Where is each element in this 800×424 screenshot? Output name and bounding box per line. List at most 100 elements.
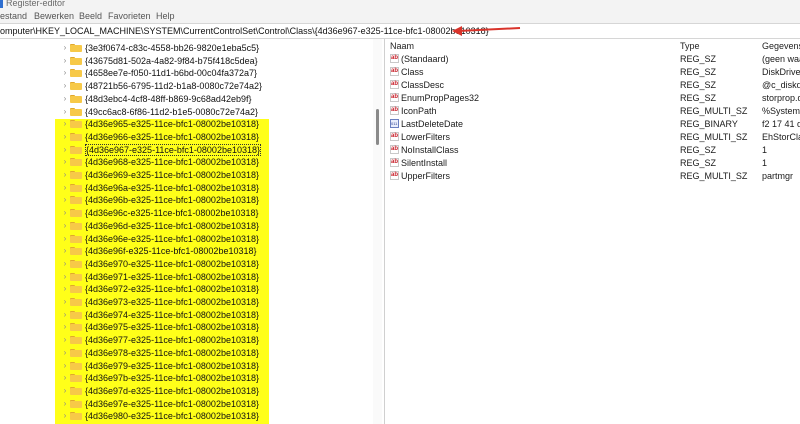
folder-icon <box>70 171 82 179</box>
tree-item[interactable]: › {4d36e966-e325-11ce-bfc1-08002be10318} <box>0 131 372 143</box>
chevron-right-icon[interactable]: › <box>62 310 68 320</box>
tree-item[interactable]: › {4d36e965-e325-11ce-bfc1-08002be10318} <box>0 118 372 130</box>
chevron-right-icon[interactable]: › <box>62 145 68 155</box>
tree-item[interactable]: › {4d36e972-e325-11ce-bfc1-08002be10318} <box>0 283 372 295</box>
chevron-right-icon[interactable]: › <box>62 373 68 383</box>
menu-file[interactable]: estand <box>0 11 27 21</box>
tree-item[interactable]: › {4d36e978-e325-11ce-bfc1-08002be10318} <box>0 347 372 359</box>
chevron-right-icon[interactable]: › <box>62 132 68 142</box>
value-row[interactable]: LowerFilters REG_MULTI_SZ EhStorClas <box>386 130 800 143</box>
value-row[interactable]: IconPath REG_MULTI_SZ %SystemR <box>386 104 800 117</box>
chevron-right-icon[interactable]: › <box>62 246 68 256</box>
chevron-right-icon[interactable]: › <box>62 119 68 129</box>
value-data: %SystemR <box>762 106 800 116</box>
tree-item[interactable]: › {4d36e97b-e325-11ce-bfc1-08002be10318} <box>0 372 372 384</box>
tree-item[interactable]: › {4d36e96f-e325-11ce-bfc1-08002be10318} <box>0 245 372 257</box>
pane-splitter[interactable] <box>384 39 385 424</box>
chevron-right-icon[interactable]: › <box>62 259 68 269</box>
registry-key-tree[interactable]: › {3e3f0674-c83c-4558-bb26-9820e1eba5c5} ›… <box>0 39 372 424</box>
tree-item[interactable]: › {4d36e96a-e325-11ce-bfc1-08002be10318} <box>0 182 372 194</box>
tree-item[interactable]: › {4d36e96c-e325-11ce-bfc1-08002be10318} <box>0 207 372 219</box>
tree-item[interactable]: › {4d36e97e-e325-11ce-bfc1-08002be10318} <box>0 398 372 410</box>
string-value-icon <box>390 67 399 76</box>
chevron-right-icon[interactable]: › <box>62 335 68 345</box>
menu-edit[interactable]: Bewerken <box>34 11 74 21</box>
tree-item[interactable]: › {4d36e96b-e325-11ce-bfc1-08002be10318} <box>0 194 372 206</box>
chevron-right-icon[interactable]: › <box>62 411 68 421</box>
chevron-right-icon[interactable]: › <box>62 399 68 409</box>
tree-item[interactable]: › {4d36e977-e325-11ce-bfc1-08002be10318} <box>0 334 372 346</box>
value-row[interactable]: ClassDesc REG_SZ @c_diskdri <box>386 78 800 91</box>
chevron-right-icon[interactable]: › <box>62 234 68 244</box>
column-name-header[interactable]: Naam <box>390 41 414 51</box>
tree-item[interactable]: › {4d36e975-e325-11ce-bfc1-08002be10318} <box>0 321 372 333</box>
chevron-right-icon[interactable]: › <box>62 297 68 307</box>
chevron-right-icon[interactable]: › <box>62 81 68 91</box>
chevron-right-icon[interactable]: › <box>62 195 68 205</box>
tree-item[interactable]: › {4d36e973-e325-11ce-bfc1-08002be10318} <box>0 296 372 308</box>
folder-icon <box>70 323 82 332</box>
chevron-right-icon[interactable]: › <box>62 157 68 167</box>
tree-scrollbar[interactable] <box>373 39 382 424</box>
chevron-right-icon[interactable]: › <box>62 361 68 371</box>
regedit-app-icon <box>0 0 3 8</box>
tree-item[interactable]: › {4d36e968-e325-11ce-bfc1-08002be10318} <box>0 156 372 168</box>
value-row[interactable]: (Standaard) REG_SZ (geen waar <box>386 52 800 65</box>
menu-help[interactable]: Help <box>156 11 175 21</box>
column-type-header[interactable]: Type <box>680 41 700 51</box>
chevron-right-icon[interactable]: › <box>62 348 68 358</box>
address-path[interactable]: omputer\HKEY_LOCAL_MACHINE\SYSTEM\Curren… <box>0 26 489 37</box>
value-data: 1 <box>762 145 768 155</box>
values-header: Naam Type Gegevens <box>386 39 800 52</box>
value-type: REG_MULTI_SZ <box>680 106 748 116</box>
value-row[interactable]: LastDeleteDate REG_BINARY f2 17 41 d <box>386 117 800 130</box>
chevron-right-icon[interactable]: › <box>62 170 68 180</box>
tree-item[interactable]: › {4d36e96e-e325-11ce-bfc1-08002be10318} <box>0 233 372 245</box>
tree-item[interactable]: › {4d36e979-e325-11ce-bfc1-08002be10318} <box>0 360 372 372</box>
string-value-icon <box>390 54 399 63</box>
chevron-right-icon[interactable]: › <box>62 221 68 231</box>
chevron-right-icon[interactable]: › <box>62 183 68 193</box>
tree-item[interactable]: › {4d36e971-e325-11ce-bfc1-08002be10318} <box>0 271 372 283</box>
value-row[interactable]: SilentInstall REG_SZ 1 <box>386 156 800 169</box>
value-row[interactable]: EnumPropPages32 REG_SZ storprop.d <box>386 91 800 104</box>
tree-item[interactable]: › {43675d81-502a-4a82-9f84-b75f418c5dea} <box>0 55 372 67</box>
tree-item-label: {4d36e979-e325-11ce-bfc1-08002be10318} <box>85 360 259 371</box>
tree-item-label: {4d36e96e-e325-11ce-bfc1-08002be10318} <box>85 233 259 244</box>
menu-view[interactable]: Beeld <box>79 11 102 21</box>
chevron-right-icon[interactable]: › <box>62 94 68 104</box>
chevron-right-icon[interactable]: › <box>62 68 68 78</box>
tree-item[interactable]: › {4658ee7e-f050-11d1-b6bd-00c04fa372a7} <box>0 67 372 79</box>
tree-item[interactable]: › {4d36e967-e325-11ce-bfc1-08002be10318} <box>0 143 372 156</box>
chevron-right-icon[interactable]: › <box>62 386 68 396</box>
value-row[interactable]: UpperFilters REG_MULTI_SZ partmgr <box>386 169 800 182</box>
tree-item[interactable]: › {4d36e97d-e325-11ce-bfc1-08002be10318} <box>0 385 372 397</box>
tree-item[interactable]: › {4d36e974-e325-11ce-bfc1-08002be10318} <box>0 309 372 321</box>
chevron-right-icon[interactable]: › <box>62 43 68 53</box>
chevron-right-icon[interactable]: › <box>62 56 68 66</box>
scrollbar-thumb[interactable] <box>376 109 379 145</box>
value-name: UpperFilters <box>401 171 451 181</box>
folder-icon <box>70 56 82 65</box>
tree-item[interactable]: › {4d36e970-e325-11ce-bfc1-08002be10318} <box>0 258 372 270</box>
chevron-right-icon[interactable]: › <box>62 284 68 294</box>
column-data-header[interactable]: Gegevens <box>762 41 800 51</box>
folder-icon <box>70 399 82 408</box>
tree-item[interactable]: › {3e3f0674-c83c-4558-bb26-9820e1eba5c5} <box>0 42 372 54</box>
values-pane[interactable]: Naam Type Gegevens (Standaard) REG_SZ (gee… <box>386 39 800 424</box>
chevron-right-icon[interactable]: › <box>62 272 68 282</box>
tree-item-label: {4d36e967-e325-11ce-bfc1-08002be10318} <box>85 143 261 156</box>
tree-item[interactable]: › {4d36e980-e325-11ce-bfc1-08002be10318} <box>0 410 372 422</box>
value-row[interactable]: NoInstallClass REG_SZ 1 <box>386 143 800 156</box>
tree-item[interactable]: › {48721b56-6795-11d2-b1a8-0080c72e74a2} <box>0 80 372 92</box>
tree-item[interactable]: › {4d36e969-e325-11ce-bfc1-08002be10318} <box>0 169 372 181</box>
chevron-right-icon[interactable]: › <box>62 107 68 117</box>
tree-item[interactable]: › {48d3ebc4-4cf8-48ff-b869-9c68ad42eb9f} <box>0 93 372 105</box>
address-bar[interactable]: omputer\HKEY_LOCAL_MACHINE\SYSTEM\Curren… <box>0 23 800 39</box>
menu-favorites[interactable]: Favorieten <box>108 11 151 21</box>
chevron-right-icon[interactable]: › <box>62 322 68 332</box>
value-row[interactable]: Class REG_SZ DiskDrive <box>386 65 800 78</box>
tree-item[interactable]: › {49cc6ac8-6f86-11d2-b1e5-0080c72e74a2} <box>0 106 372 118</box>
chevron-right-icon[interactable]: › <box>62 208 68 218</box>
tree-item[interactable]: › {4d36e96d-e325-11ce-bfc1-08002be10318} <box>0 220 372 232</box>
